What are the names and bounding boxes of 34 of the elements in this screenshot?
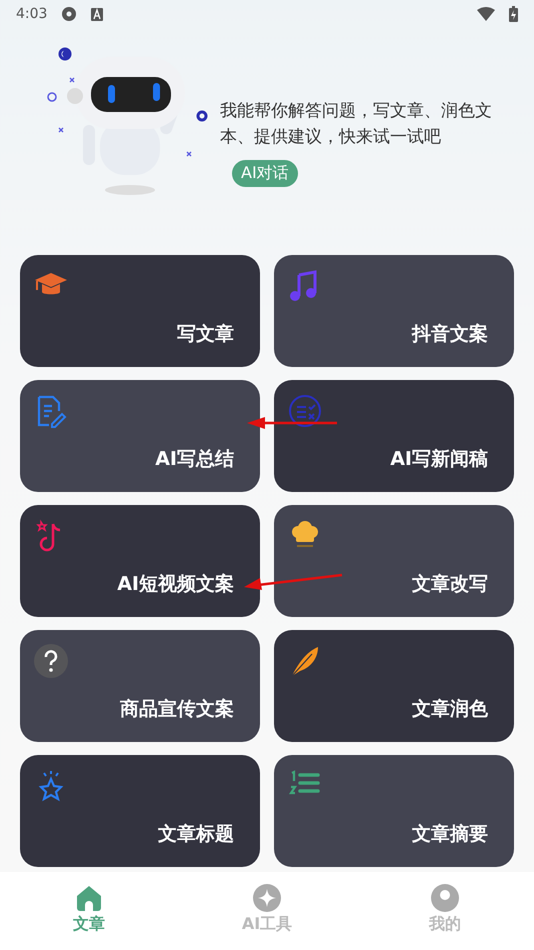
question-icon	[34, 644, 68, 678]
profile-icon	[431, 884, 459, 912]
tab-label: 文章	[73, 914, 105, 935]
font-icon	[91, 8, 104, 20]
card-label: AI写新闻稿	[390, 447, 488, 472]
aperture-icon	[61, 6, 78, 22]
card-label: 文章润色	[412, 697, 488, 722]
tab-label: AI工具	[242, 914, 292, 935]
checklist-icon	[288, 394, 322, 428]
card-label: AI短视频文案	[117, 572, 234, 597]
feature-card[interactable]: AI写总结	[20, 380, 260, 492]
feature-card[interactable]: 商品宣传文案	[20, 630, 260, 742]
feature-card[interactable]: 文章摘要	[274, 755, 514, 867]
intro-text: 我能帮你解答问题，写文章、润色文本、提供建议，快来试一试吧	[220, 100, 493, 149]
tab-label: 我的	[429, 914, 461, 935]
card-label: 文章改写	[412, 572, 488, 597]
feature-card[interactable]: 文章改写	[274, 505, 514, 617]
home-icon	[75, 884, 103, 912]
battery-icon	[509, 6, 518, 22]
feature-card[interactable]: 抖音文案	[274, 255, 514, 367]
feature-card[interactable]: 写文章	[20, 255, 260, 367]
feature-card[interactable]: AI短视频文案	[20, 505, 260, 617]
wifi-icon	[477, 7, 495, 21]
card-label: 写文章	[177, 322, 234, 347]
card-label: 商品宣传文案	[120, 697, 234, 722]
card-label: 文章摘要	[412, 822, 488, 847]
card-label: 抖音文案	[412, 322, 488, 347]
status-time: 4:03	[16, 6, 48, 22]
feature-card[interactable]: 文章润色	[274, 630, 514, 742]
feature-card[interactable]: 文章标题	[20, 755, 260, 867]
sparkle-icon	[253, 884, 281, 912]
feature-card[interactable]: AI写新闻稿	[274, 380, 514, 492]
card-label: 文章标题	[158, 822, 234, 847]
card-label: AI写总结	[155, 447, 234, 472]
